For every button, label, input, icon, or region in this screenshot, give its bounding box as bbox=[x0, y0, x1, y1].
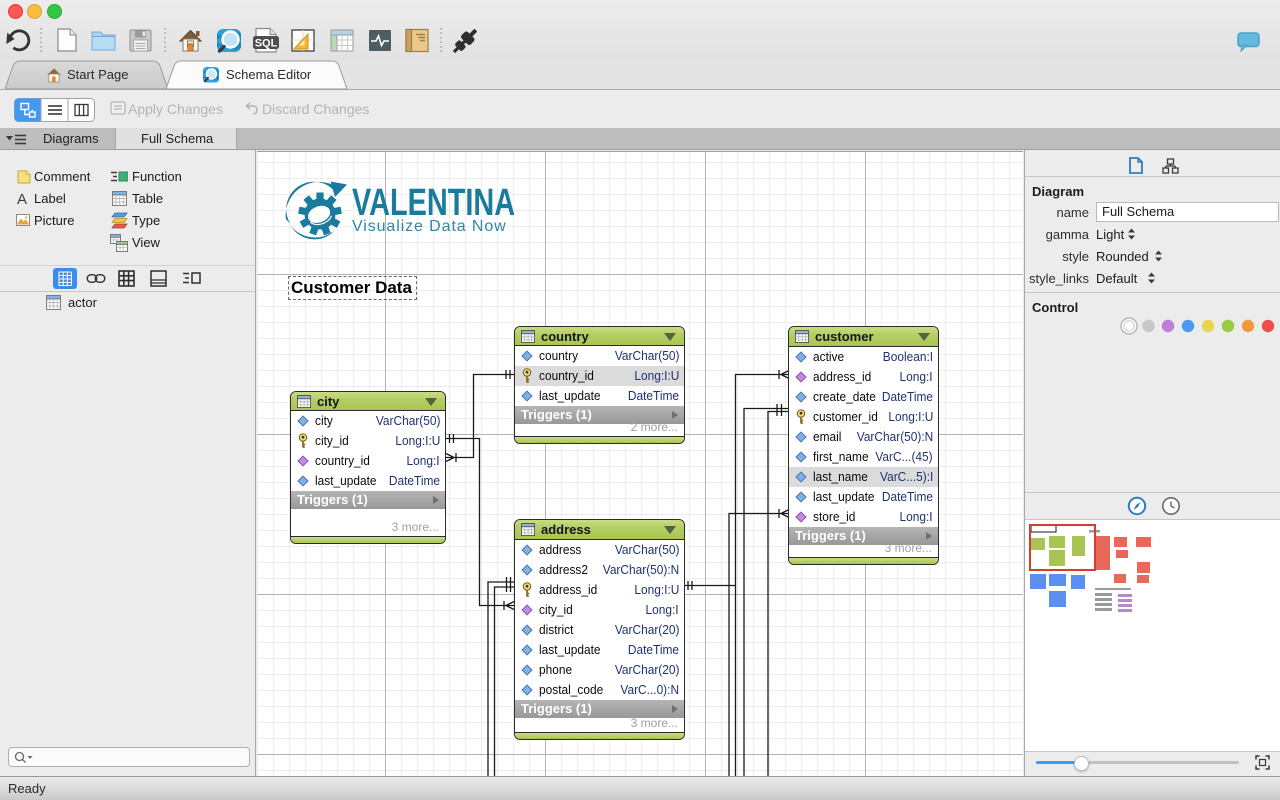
svg-text:SQL: SQL bbox=[255, 38, 278, 50]
